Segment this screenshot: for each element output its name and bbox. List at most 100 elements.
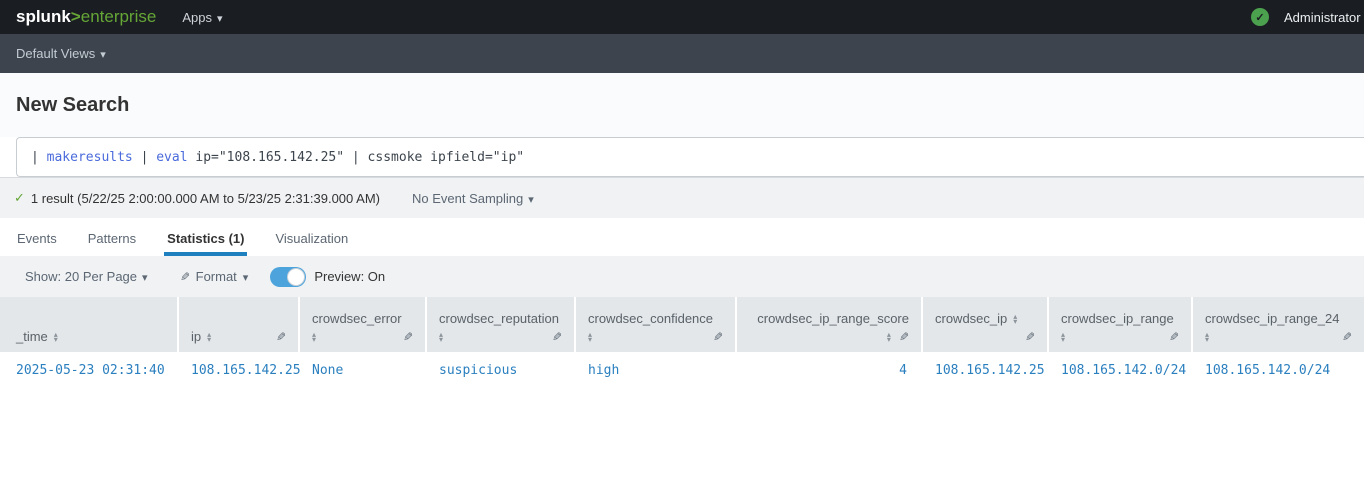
- search-title-section: New Search: [0, 73, 1364, 137]
- logo-chevron: >: [71, 7, 81, 26]
- sort-column-icon[interactable]: [54, 332, 58, 342]
- column-header-line: [1205, 329, 1352, 344]
- column-header-line: crowdsec_ip: [935, 311, 1035, 326]
- column-header-line: crowdsec_confidence: [588, 311, 723, 326]
- cell-crowdsec_error[interactable]: None: [300, 363, 427, 378]
- column-header-line: _time: [16, 329, 165, 344]
- sort-column-icon[interactable]: [887, 332, 891, 342]
- sort-column-icon[interactable]: [1061, 332, 1065, 342]
- column-header-label: _time: [16, 329, 48, 344]
- chevron-down-icon: [217, 10, 223, 25]
- column-header-label: crowdsec_ip_range: [1061, 311, 1174, 326]
- sort-column-icon[interactable]: [1013, 314, 1017, 324]
- preview-state-label: Preview: On: [314, 269, 385, 284]
- sort-column-icon[interactable]: [207, 332, 211, 342]
- apps-menu-label: Apps: [182, 10, 212, 25]
- tab-events[interactable]: Events: [17, 231, 57, 256]
- tab-visualization[interactable]: Visualization: [275, 231, 348, 256]
- column-header-label: crowdsec_reputation: [439, 311, 559, 326]
- tab-statistics-1[interactable]: Statistics (1): [167, 231, 244, 256]
- event-sampling-label: No Event Sampling: [412, 191, 523, 206]
- app-context-bar: Default Views: [0, 34, 1364, 73]
- table-body: 2025-05-23 02:31:40108.165.142.25Nonesus…: [0, 352, 1364, 389]
- column-header-line: [1061, 329, 1179, 344]
- edit-column-icon[interactable]: [899, 330, 909, 344]
- cell-ip[interactable]: 108.165.142.25: [179, 363, 300, 378]
- chevron-down-icon: [243, 269, 249, 284]
- column-header-crowdsec_ip_range_score[interactable]: crowdsec_ip_range_score: [737, 297, 923, 352]
- column-header-crowdsec_ip[interactable]: crowdsec_ip: [923, 297, 1049, 352]
- edit-column-icon[interactable]: [552, 330, 562, 344]
- column-header-crowdsec_ip_range_24[interactable]: crowdsec_ip_range_24: [1193, 297, 1364, 352]
- table-controls-bar: Show: 20 Per Page Format Preview: On: [0, 256, 1364, 297]
- cell-crowdsec_reputation[interactable]: suspicious: [427, 363, 576, 378]
- edit-column-icon[interactable]: [1025, 330, 1035, 344]
- event-sampling-dropdown[interactable]: No Event Sampling: [412, 191, 534, 206]
- user-menu[interactable]: Administrator: [1251, 0, 1361, 34]
- column-header-label: crowdsec_confidence: [588, 311, 713, 326]
- edit-column-icon[interactable]: [713, 330, 723, 344]
- cell-crowdsec_ip_range_24[interactable]: 108.165.142.0/24: [1193, 363, 1364, 378]
- status-check-icon[interactable]: [1251, 8, 1269, 26]
- result-check-icon: [14, 190, 25, 206]
- sort-column-icon[interactable]: [588, 332, 592, 342]
- column-header-line: [588, 329, 723, 344]
- column-header-label: crowdsec_ip_range_score: [757, 311, 909, 326]
- edit-column-icon[interactable]: [403, 330, 413, 344]
- query-segment: |: [31, 150, 47, 165]
- column-header-crowdsec_reputation[interactable]: crowdsec_reputation: [427, 297, 576, 352]
- edit-column-icon[interactable]: [276, 330, 286, 344]
- logo-splunk-text: splunk: [16, 7, 71, 26]
- search-query-input[interactable]: | makeresults | eval ip="108.165.142.25"…: [16, 137, 1364, 177]
- query-segment: ip="108.165.142.25" | cssmoke ipfield="i…: [188, 150, 525, 165]
- column-header-line: [439, 329, 562, 344]
- column-header-ip[interactable]: ip: [179, 297, 300, 352]
- column-header-line: [749, 329, 909, 344]
- logo-product-text: enterprise: [81, 7, 157, 26]
- tab-patterns[interactable]: Patterns: [88, 231, 136, 256]
- default-views-menu[interactable]: Default Views: [16, 46, 106, 61]
- column-header-label: ip: [191, 329, 201, 344]
- sort-column-icon[interactable]: [312, 332, 316, 342]
- column-header-crowdsec_error[interactable]: crowdsec_error: [300, 297, 427, 352]
- query-segment: makeresults: [47, 150, 133, 165]
- column-header-line: crowdsec_ip_range: [1061, 311, 1179, 326]
- column-header-label: crowdsec_error: [312, 311, 402, 326]
- cell-_time[interactable]: 2025-05-23 02:31:40: [0, 363, 179, 378]
- edit-column-icon[interactable]: [1169, 330, 1179, 344]
- pencil-icon: [180, 270, 190, 284]
- column-header-_time[interactable]: _time: [0, 297, 179, 352]
- column-header-line: ip: [191, 329, 286, 344]
- cell-crowdsec_confidence[interactable]: high: [576, 363, 737, 378]
- pagination-size-label: Show: 20 Per Page: [25, 269, 137, 284]
- cell-crowdsec_ip_range_score[interactable]: 4: [737, 363, 923, 378]
- format-dropdown[interactable]: Format: [180, 269, 249, 284]
- edit-column-icon[interactable]: [1342, 330, 1352, 344]
- column-header-label: crowdsec_ip_range_24: [1205, 311, 1339, 326]
- sort-column-icon[interactable]: [439, 332, 443, 342]
- apps-menu[interactable]: Apps: [182, 10, 222, 25]
- results-info-bar: 1 result (5/22/25 2:00:00.000 AM to 5/23…: [0, 177, 1364, 218]
- column-header-line: crowdsec_ip_range_24: [1205, 311, 1352, 326]
- toggle-knob[interactable]: [287, 268, 305, 286]
- chevron-down-icon: [100, 46, 106, 61]
- cell-crowdsec_ip[interactable]: 108.165.142.25: [923, 363, 1049, 378]
- sort-column-icon[interactable]: [1205, 332, 1209, 342]
- top-navigation-bar: splunk>enterprise Apps Administrator: [0, 0, 1364, 34]
- chevron-down-icon: [142, 269, 148, 284]
- preview-toggle[interactable]: [270, 267, 306, 287]
- pagination-size-dropdown[interactable]: Show: 20 Per Page: [25, 269, 148, 284]
- cell-crowdsec_ip_range[interactable]: 108.165.142.0/24: [1049, 363, 1193, 378]
- column-header-crowdsec_ip_range[interactable]: crowdsec_ip_range: [1049, 297, 1193, 352]
- search-bar-row: | makeresults | eval ip="108.165.142.25"…: [0, 137, 1364, 177]
- column-header-line: [935, 329, 1035, 344]
- column-header-line: crowdsec_error: [312, 311, 413, 326]
- column-header-line: crowdsec_reputation: [439, 311, 562, 326]
- column-header-line: [312, 329, 413, 344]
- format-label: Format: [196, 269, 237, 284]
- user-name-label: Administrator: [1284, 10, 1361, 25]
- column-header-line: crowdsec_ip_range_score: [749, 311, 909, 326]
- table-header-row: _time ip crowdsec_error crowdsec_reputation…: [0, 297, 1364, 352]
- splunk-enterprise-logo: splunk>enterprise: [16, 7, 156, 27]
- column-header-crowdsec_confidence[interactable]: crowdsec_confidence: [576, 297, 737, 352]
